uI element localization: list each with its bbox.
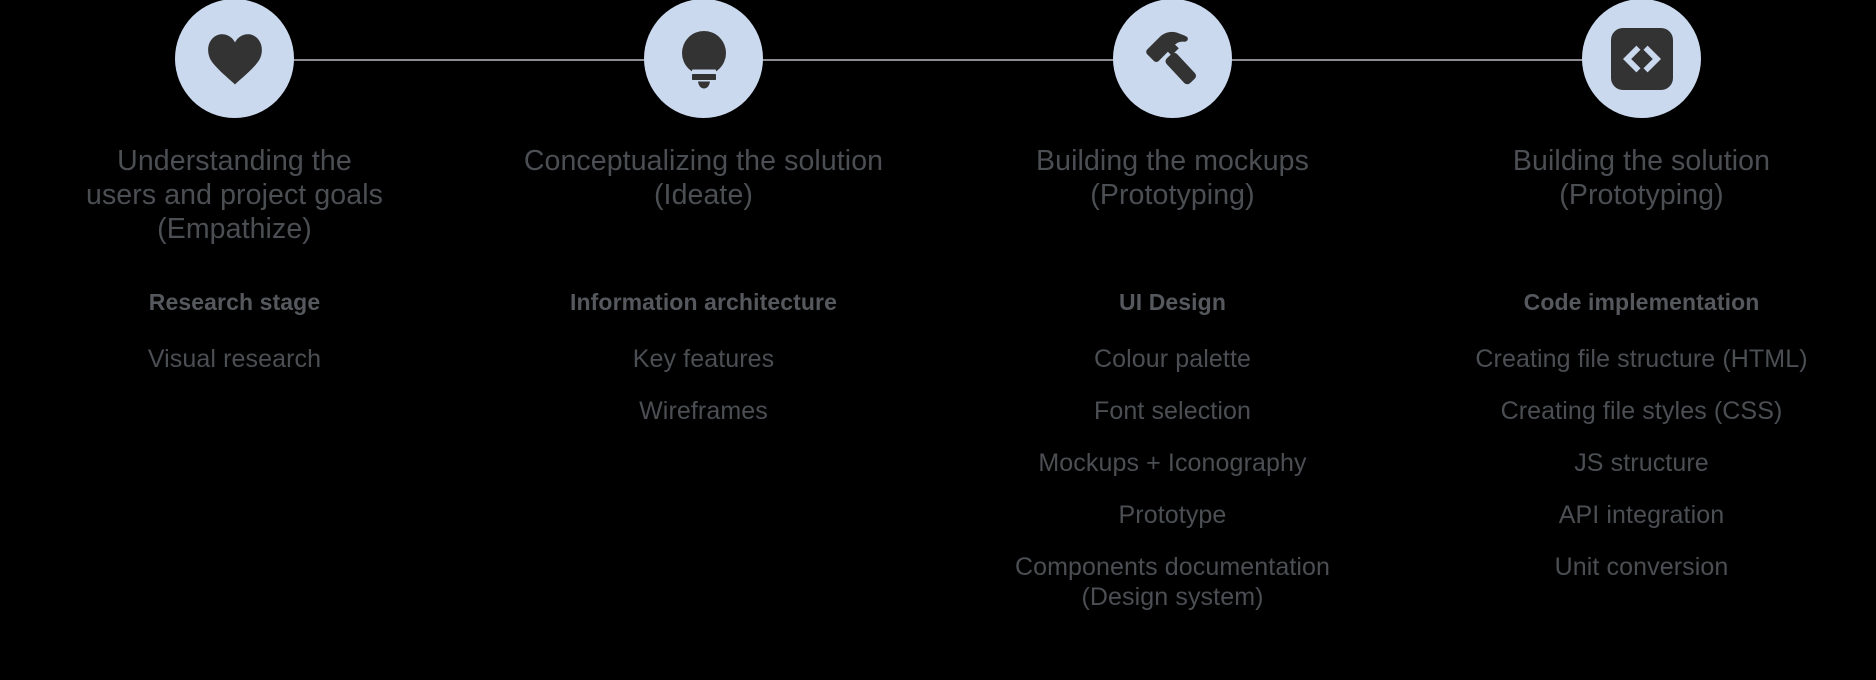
list-item: Key features xyxy=(632,345,775,373)
step-node-circle-1[interactable] xyxy=(175,0,294,118)
process-timeline-diagram: Understanding the users and project goal… xyxy=(0,0,1876,680)
step-item-list: Colour palette Font selection Mockups + … xyxy=(944,344,1401,634)
list-item: JS structure xyxy=(1574,449,1709,477)
timeline-step-prototyping-ui: Building the mockups (Prototyping) UI De… xyxy=(938,0,1407,680)
list-item: Colour palette xyxy=(1093,345,1252,373)
timeline-step-empathize: Understanding the users and project goal… xyxy=(0,0,469,680)
step-title: Building the mockups (Prototyping) xyxy=(1036,145,1309,211)
list-item: Unit conversion xyxy=(1554,553,1729,581)
heart-icon xyxy=(207,33,263,85)
code-icon xyxy=(1610,27,1673,90)
list-item: Wireframes xyxy=(639,397,768,425)
list-item: API integration xyxy=(1558,501,1725,529)
step-subtitle: UI Design xyxy=(1119,289,1226,315)
step-subtitle: Information architecture xyxy=(570,289,837,315)
list-item: Creating file structure (HTML) xyxy=(1475,345,1808,373)
step-subtitle: Code implementation xyxy=(1523,289,1760,315)
list-item: Mockups + Iconography xyxy=(1038,449,1307,477)
step-node-circle-3[interactable] xyxy=(1113,0,1232,118)
lightbulb-icon xyxy=(678,29,730,89)
step-item-list: Visual research xyxy=(6,344,463,396)
step-node-circle-4[interactable] xyxy=(1582,0,1701,118)
list-item: Font selection xyxy=(1093,397,1252,425)
step-node-circle-2[interactable] xyxy=(644,0,763,118)
list-item: Creating file styles (CSS) xyxy=(1500,397,1783,425)
timeline-step-ideate: Conceptualizing the solution (Ideate) In… xyxy=(469,0,938,680)
hammer-icon xyxy=(1142,29,1204,89)
step-title: Conceptualizing the solution (Ideate) xyxy=(523,145,884,211)
step-subtitle: Research stage xyxy=(148,289,321,315)
step-item-list: Creating file structure (HTML) Creating … xyxy=(1413,344,1870,604)
timeline-step-code: Building the solution (Prototyping) Code… xyxy=(1407,0,1876,680)
list-item: Components documentation (Design system) xyxy=(1014,553,1331,611)
timeline-steps-container: Understanding the users and project goal… xyxy=(0,0,1876,680)
list-item: Visual research xyxy=(147,345,322,373)
list-item: Prototype xyxy=(1118,501,1227,529)
step-title: Understanding the users and project goal… xyxy=(86,145,383,245)
step-item-list: Key features Wireframes xyxy=(475,344,932,448)
step-title: Building the solution (Prototyping) xyxy=(1512,145,1771,211)
